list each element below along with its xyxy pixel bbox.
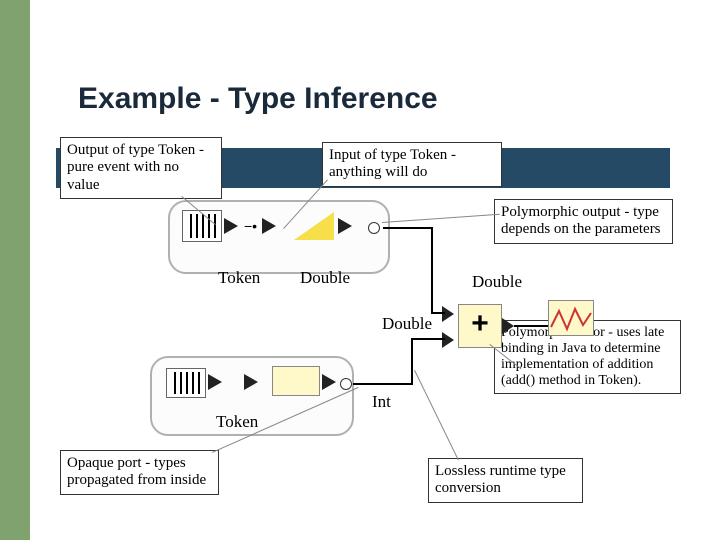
tri-right-dark-bot1 (208, 374, 222, 390)
arrow-gap-icon-top: −• (244, 218, 257, 234)
label-double1: Double (300, 268, 350, 288)
wire-adder-to-plotter (514, 325, 548, 327)
label-token2: Token (216, 412, 258, 432)
tri-right-dark-top1 (224, 218, 238, 234)
wire-bot-to-adder-v (411, 338, 413, 385)
leader-poly-output (382, 214, 500, 223)
wire-top-to-adder-h1 (383, 227, 433, 229)
waveform-icon (549, 301, 593, 335)
slide-title: Example - Type Inference (78, 82, 438, 116)
tri-right-dark-top3 (338, 218, 352, 234)
wire-bot-to-adder-h1 (353, 383, 413, 385)
wire-top-to-adder-h2 (431, 312, 445, 314)
wire-top-to-adder-v (431, 227, 433, 314)
plotter-icon (548, 300, 594, 336)
ramp-icon-top (294, 212, 334, 240)
adder-input-tri-bot (442, 332, 454, 348)
tri-right-dark-bot2 (244, 374, 258, 390)
annot-lossless: Lossless runtime type conversion (428, 458, 583, 503)
tri-right-dark-top2 (262, 218, 276, 234)
annot-input-token: Input of type Token - anything will do (322, 142, 502, 187)
annot-opaque-port: Opaque port - types propagated from insi… (60, 450, 219, 495)
adder-input-tri-top (442, 306, 454, 322)
label-double2: Double (382, 314, 432, 334)
slide: Example - Type Inference Output of type … (0, 0, 720, 540)
annot-poly-output: Polymorphic output - type depends on the… (494, 199, 673, 244)
tri-right-dark-bot3 (322, 374, 336, 390)
port-open-bottom (340, 378, 352, 390)
label-double3: Double (472, 272, 522, 292)
clock-icon-bottom (166, 368, 206, 398)
port-open-top (368, 222, 380, 234)
const-box-icon (272, 366, 320, 396)
wire-bot-to-adder-h2 (411, 338, 445, 340)
side-stripe (0, 0, 30, 540)
annot-output-token: Output of type Token - pure event with n… (60, 137, 222, 199)
adder-icon: + (458, 304, 502, 348)
label-int1: Int (372, 392, 391, 412)
label-token1: Token (218, 268, 260, 288)
leader-lossless (414, 370, 459, 460)
adder-output-tri (502, 318, 514, 334)
